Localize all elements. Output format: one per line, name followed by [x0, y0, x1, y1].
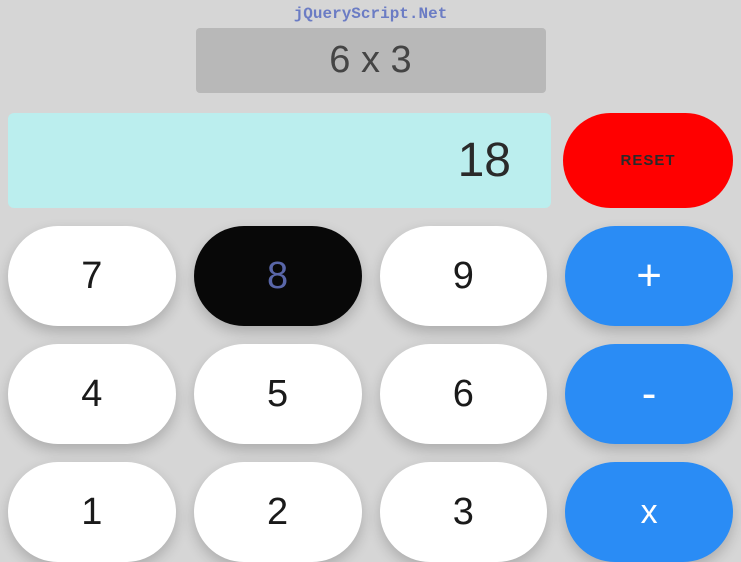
multiply-button[interactable]: x: [565, 462, 733, 562]
digit-8-button[interactable]: 8: [194, 226, 362, 326]
result-row: 18 RESET: [0, 113, 741, 208]
digit-6-button[interactable]: 6: [380, 344, 548, 444]
digit-1-button[interactable]: 1: [8, 462, 176, 562]
digit-7-button[interactable]: 7: [8, 226, 176, 326]
plus-button[interactable]: +: [565, 226, 733, 326]
digit-4-button[interactable]: 4: [8, 344, 176, 444]
digit-5-button[interactable]: 5: [194, 344, 362, 444]
digit-9-button[interactable]: 9: [380, 226, 548, 326]
expression-display: 6 x 3: [196, 28, 546, 93]
minus-button[interactable]: -: [565, 344, 733, 444]
digit-3-button[interactable]: 3: [380, 462, 548, 562]
button-grid: 7 8 9 + 4 5 6 - 1 2 3 x: [0, 226, 741, 562]
digit-2-button[interactable]: 2: [194, 462, 362, 562]
brand-link[interactable]: jQueryScript.Net: [0, 0, 741, 28]
result-display: 18: [8, 113, 551, 208]
reset-button[interactable]: RESET: [563, 113, 733, 208]
